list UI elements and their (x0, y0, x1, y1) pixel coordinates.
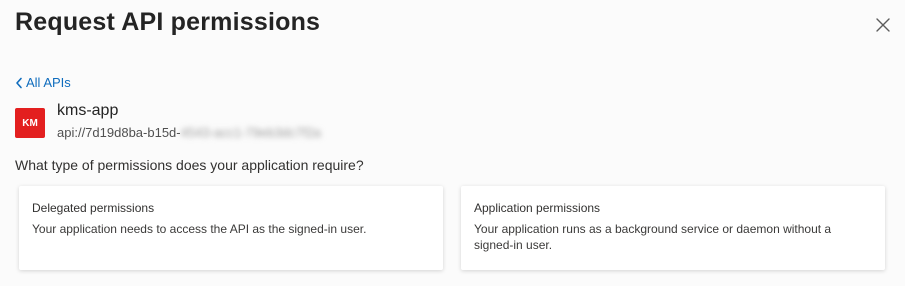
permission-type-question: What type of permissions does your appli… (15, 157, 364, 173)
delegated-permissions-description: Your application needs to access the API… (32, 222, 367, 236)
api-name: kms-app (57, 102, 119, 119)
api-uri-visible: api://7d19d8ba-b15d- (57, 125, 181, 140)
close-icon (876, 18, 890, 32)
application-permissions-description: Your application runs as a background se… (474, 222, 832, 252)
all-apis-link[interactable]: All APIs (15, 75, 71, 90)
application-permissions-title: Application permissions (474, 201, 601, 215)
api-uri-redacted: 4543-acc1-79eb3dc7f2a (180, 125, 321, 140)
chevron-left-icon (15, 77, 23, 89)
api-avatar: KM (15, 108, 45, 138)
close-button[interactable] (869, 11, 897, 39)
application-permissions-card[interactable]: Application permissions Your application… (461, 186, 885, 270)
delegated-permissions-title: Delegated permissions (32, 201, 155, 215)
api-uri: api://7d19d8ba-b15d-4543-acc1-79eb3dc7f2… (57, 124, 321, 142)
all-apis-label: All APIs (26, 75, 71, 90)
request-api-permissions-panel: Request API permissions All APIs KM kms-… (0, 0, 905, 286)
selected-api: KM kms-app api://7d19d8ba-b15d-4543-acc1… (15, 101, 321, 142)
delegated-permissions-card[interactable]: Delegated permissions Your application n… (19, 186, 443, 270)
panel-title: Request API permissions (15, 8, 321, 36)
